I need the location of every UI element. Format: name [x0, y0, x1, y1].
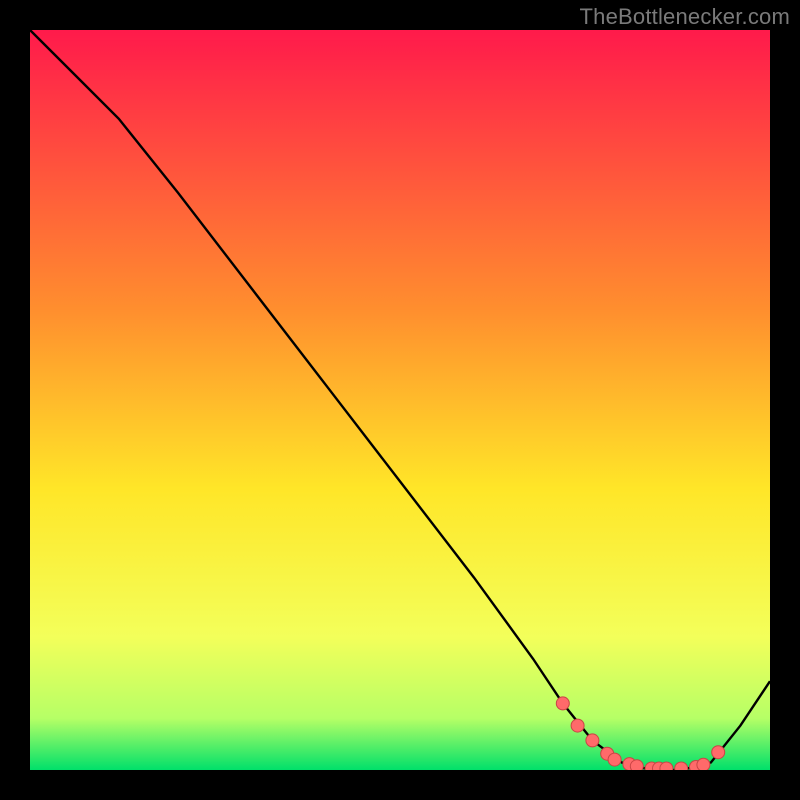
marker-point: [675, 762, 688, 770]
marker-point: [608, 753, 621, 766]
marker-point: [630, 760, 643, 770]
marker-point: [586, 734, 599, 747]
gradient-background: [30, 30, 770, 770]
marker-point: [660, 762, 673, 770]
watermark-text: TheBottlenecker.com: [580, 4, 790, 30]
chart-svg: [30, 30, 770, 770]
marker-point: [571, 719, 584, 732]
marker-point: [556, 697, 569, 710]
marker-point: [697, 758, 710, 770]
plot-area: [30, 30, 770, 770]
chart-frame: TheBottlenecker.com: [0, 0, 800, 800]
marker-point: [712, 746, 725, 759]
